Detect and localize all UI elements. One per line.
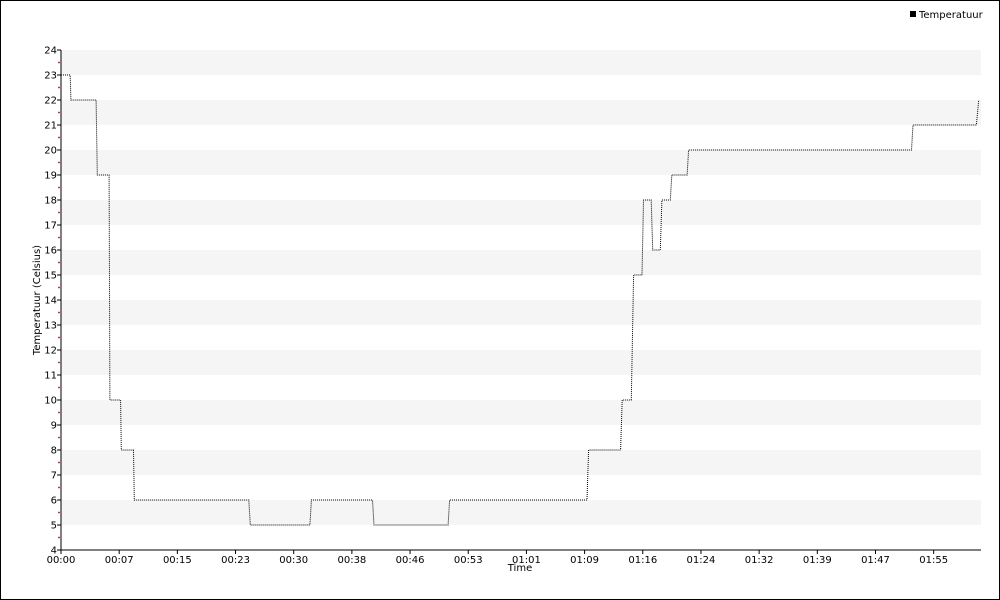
y-tick-label: 13 xyxy=(44,321,57,332)
x-tick-label: 00:23 xyxy=(221,555,250,566)
y-minor-tick xyxy=(58,386,60,389)
y-tick-label: 20 xyxy=(44,146,57,157)
x-tick-label: 00:30 xyxy=(279,555,308,566)
grid-band xyxy=(61,300,981,325)
y-minor-tick xyxy=(58,211,60,214)
y-minor-tick xyxy=(58,136,60,139)
x-tick-label: 01:55 xyxy=(919,555,948,566)
x-tick-label: 00:15 xyxy=(163,555,192,566)
y-tick-label: 19 xyxy=(44,171,57,182)
legend-swatch xyxy=(910,11,916,17)
y-tick-label: 5 xyxy=(51,521,57,532)
y-tick-label: 24 xyxy=(44,46,57,57)
y-tick-label: 17 xyxy=(44,221,57,232)
y-minor-tick xyxy=(58,261,60,264)
grid-band xyxy=(61,200,981,225)
y-minor-tick xyxy=(58,61,60,64)
y-minor-tick xyxy=(58,511,60,514)
y-tick-label: 7 xyxy=(51,471,57,482)
grid-band xyxy=(61,250,981,275)
y-minor-tick xyxy=(58,411,60,414)
x-tick-label: 00:07 xyxy=(105,555,134,566)
grid-band xyxy=(61,50,981,75)
x-tick-label: 00:46 xyxy=(396,555,425,566)
y-tick-label: 15 xyxy=(44,271,57,282)
y-tick-label: 14 xyxy=(44,296,57,307)
y-tick-label: 23 xyxy=(44,71,57,82)
grid-band xyxy=(61,450,981,475)
y-tick-label: 18 xyxy=(44,196,57,207)
grid-band xyxy=(61,150,981,175)
y-minor-tick xyxy=(58,186,60,189)
y-minor-tick xyxy=(58,436,60,439)
x-tick-label: 00:53 xyxy=(454,555,483,566)
x-tick-label: 00:00 xyxy=(47,555,76,566)
y-tick-label: 10 xyxy=(44,396,57,407)
y-tick-label: 11 xyxy=(44,371,57,382)
y-tick-label: 9 xyxy=(51,421,57,432)
y-tick-label: 22 xyxy=(44,96,57,107)
y-axis-ticks: 456789101112131415161718192021222324 xyxy=(44,46,61,557)
y-minor-tick xyxy=(58,486,60,489)
x-tick-label: 01:32 xyxy=(745,555,774,566)
x-tick-label: 01:16 xyxy=(628,555,657,566)
y-tick-label: 16 xyxy=(44,246,57,257)
legend: Temperatuur xyxy=(910,10,984,21)
y-axis-title: Temperatuur (Celsius) xyxy=(32,245,43,356)
y-minor-tick xyxy=(58,311,60,314)
legend-label: Temperatuur xyxy=(918,10,984,21)
grid-band xyxy=(61,350,981,375)
grid-band xyxy=(61,400,981,425)
x-tick-label: 01:24 xyxy=(687,555,716,566)
y-minor-tick xyxy=(58,86,60,89)
x-axis-title: Time xyxy=(507,563,532,574)
y-minor-tick xyxy=(58,536,60,539)
x-tick-label: 01:39 xyxy=(803,555,832,566)
y-minor-tick xyxy=(58,336,60,339)
x-tick-label: 00:38 xyxy=(337,555,366,566)
y-minor-tick xyxy=(58,461,60,464)
grid-bands xyxy=(61,50,981,525)
y-minor-tick xyxy=(58,361,60,364)
y-tick-label: 21 xyxy=(44,121,57,132)
x-tick-label: 01:09 xyxy=(570,555,599,566)
grid-band xyxy=(61,500,981,525)
x-axis-ticks: 00:00 00:07 00:15 00:23 00:30 00:38 00:46 00:53… xyxy=(47,550,948,566)
x-tick-label: 01:47 xyxy=(861,555,890,566)
y-tick-label: 6 xyxy=(51,496,57,507)
y-minor-tick xyxy=(58,286,60,289)
y-minor-tick xyxy=(58,236,60,239)
y-minor-tick xyxy=(58,111,60,114)
grid-band xyxy=(61,100,981,125)
y-tick-label: 8 xyxy=(51,446,57,457)
temperature-chart: 456789101112131415161718192021222324 00:… xyxy=(32,10,984,574)
y-tick-label: 12 xyxy=(44,346,57,357)
y-minor-tick xyxy=(58,161,60,164)
